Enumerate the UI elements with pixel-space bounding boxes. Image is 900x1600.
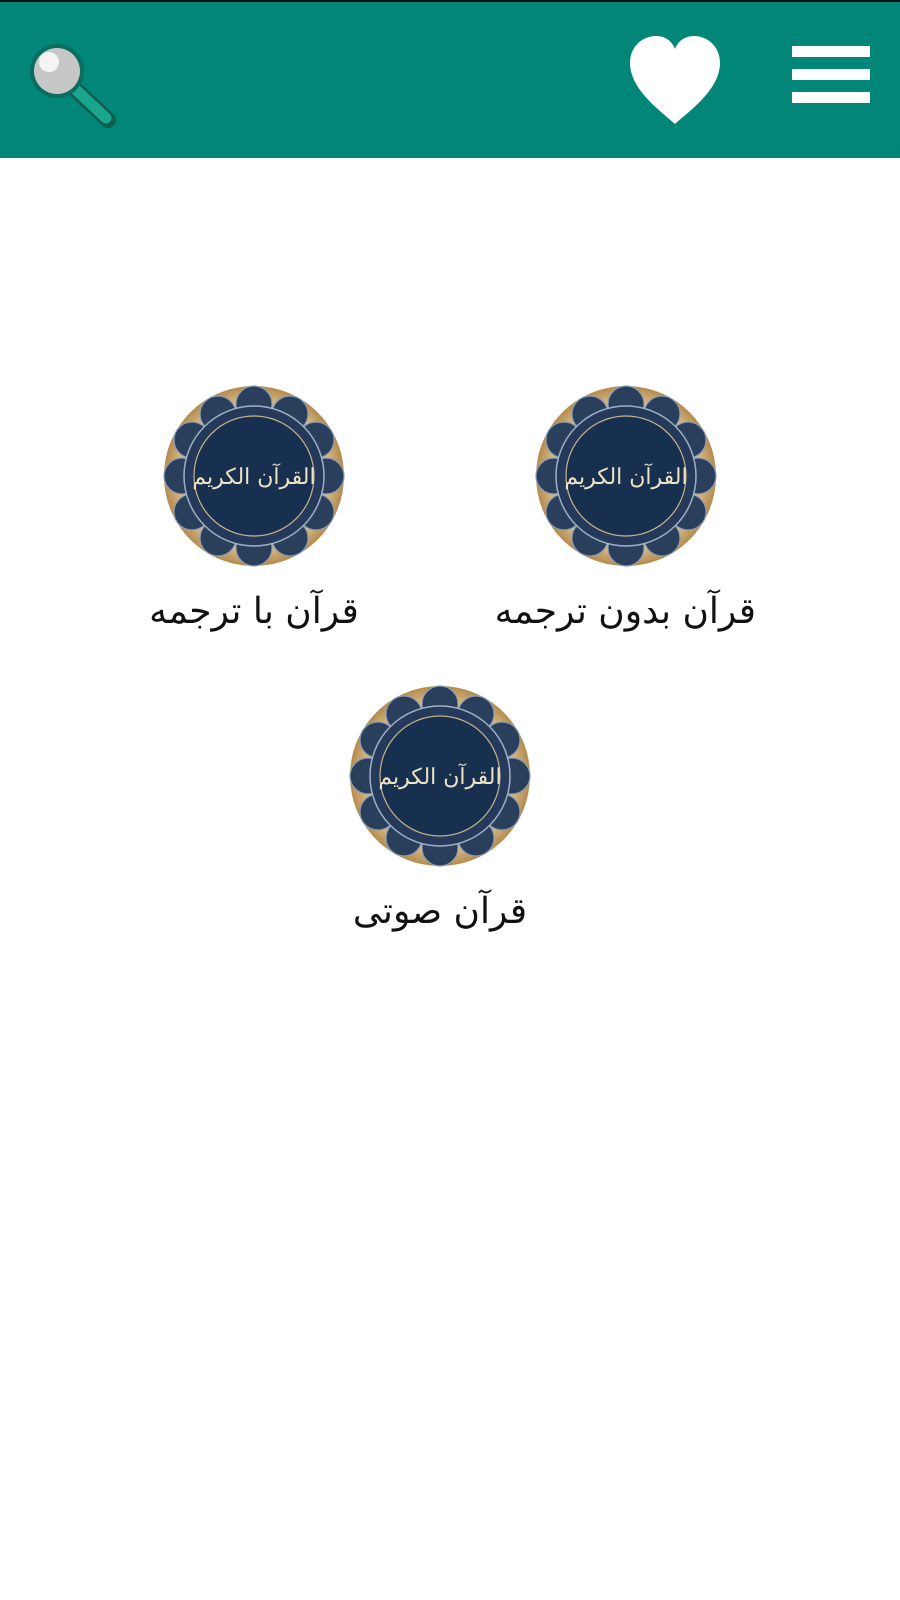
quran-emblem-icon: القرآن الكريم	[535, 385, 717, 567]
app-bar	[0, 0, 900, 158]
tile-label: قرآن با ترجمه	[149, 591, 359, 632]
search-button[interactable]	[24, 38, 120, 134]
menu-button[interactable]	[786, 40, 876, 110]
app-screen: القرآن الكريم قرآن بدون ترجمه القرآن الك…	[0, 0, 900, 1600]
quran-emblem-icon: القرآن الكريم	[349, 685, 531, 867]
tile-quran-without-translation[interactable]: القرآن الكريم قرآن بدون ترجمه	[494, 384, 756, 634]
heart-icon	[630, 36, 720, 124]
search-icon	[30, 44, 116, 128]
favorites-button[interactable]	[624, 32, 726, 132]
emblem-calligraphy: القرآن الكريم	[192, 463, 315, 490]
tile-audio-quran[interactable]: القرآن الكريم قرآن صوتی	[310, 684, 570, 934]
quran-emblem-icon: القرآن الكريم	[163, 385, 345, 567]
hamburger-icon	[792, 46, 870, 103]
emblem-calligraphy: القرآن الكريم	[378, 763, 501, 790]
emblem-calligraphy: القرآن الكريم	[564, 463, 687, 490]
tile-quran-with-translation[interactable]: القرآن الكريم قرآن با ترجمه	[124, 384, 384, 634]
tile-label: قرآن صوتی	[352, 891, 528, 932]
tile-label: قرآن بدون ترجمه	[494, 591, 756, 632]
